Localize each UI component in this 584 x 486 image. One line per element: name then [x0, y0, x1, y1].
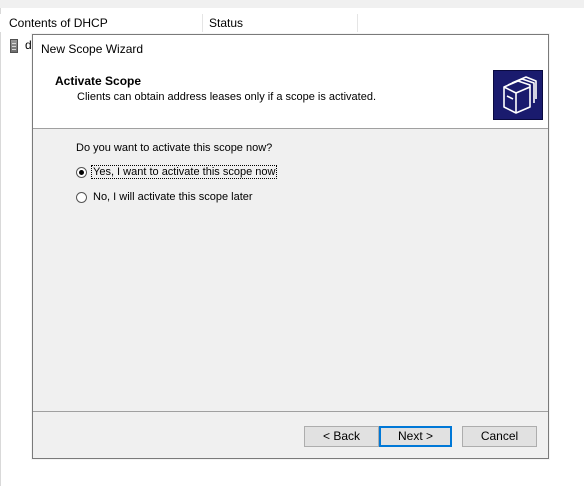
radio-button-checked[interactable] — [76, 167, 87, 178]
list-header: Contents of DHCP Status — [0, 14, 584, 32]
pane-border — [0, 8, 1, 486]
server-icon — [10, 39, 18, 53]
screen: Contents of DHCP Status d New Scope Wiza… — [0, 0, 584, 486]
new-scope-wizard-dialog: New Scope Wizard Activate Scope Clients … — [32, 34, 549, 459]
radio-button-unchecked[interactable] — [76, 192, 87, 203]
list-item-label: d — [25, 38, 32, 52]
wizard-header: Activate Scope Clients can obtain addres… — [33, 63, 548, 129]
back-button[interactable]: < Back — [304, 426, 379, 447]
wizard-folders-icon — [493, 70, 543, 120]
dialog-titlebar[interactable]: New Scope Wizard — [33, 35, 548, 63]
page-title: Activate Scope — [55, 74, 142, 88]
cancel-button[interactable]: Cancel — [462, 426, 537, 447]
radio-label-activate-later[interactable]: No, I will activate this scope later — [93, 191, 253, 203]
toolbar-strip — [0, 0, 584, 8]
page-subtitle: Clients can obtain address leases only i… — [77, 91, 376, 103]
next-button[interactable]: Next > — [379, 426, 452, 447]
footer-divider — [33, 411, 548, 412]
activation-question: Do you want to activate this scope now? — [76, 142, 273, 154]
column-header-contents[interactable]: Contents of DHCP — [0, 14, 203, 32]
radio-label-activate-now[interactable]: Yes, I want to activate this scope now — [90, 165, 278, 179]
dialog-title: New Scope Wizard — [41, 42, 144, 56]
column-header-status[interactable]: Status — [203, 14, 358, 32]
